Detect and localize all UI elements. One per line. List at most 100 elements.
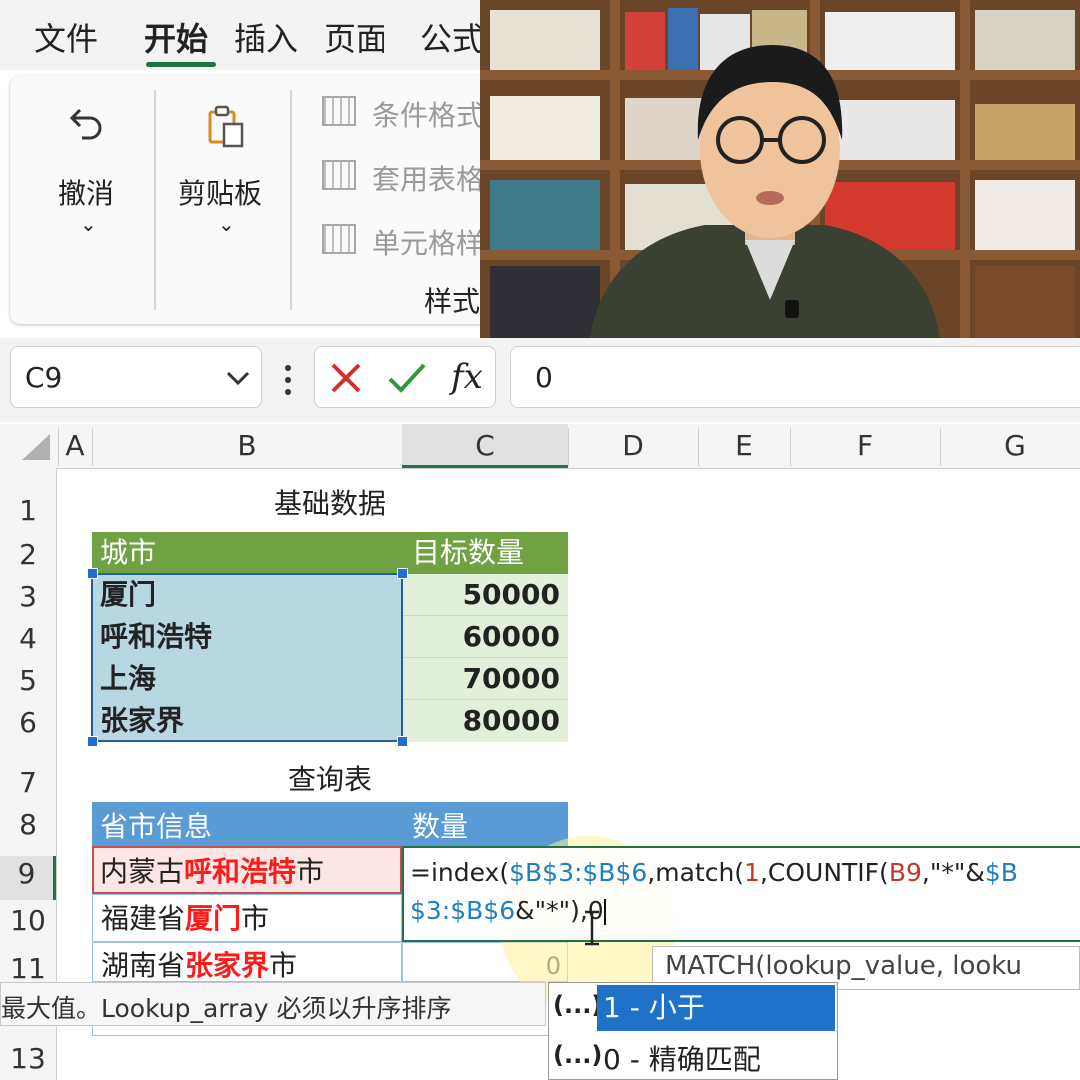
query-info-cell[interactable]: 湖南省张家界市 [92, 942, 402, 982]
row-header-4[interactable]: 4 [0, 622, 56, 655]
row-header-10[interactable]: 10 [0, 904, 56, 937]
ref-b9: B9 [888, 858, 922, 887]
tab-formulas[interactable]: 公式 [420, 14, 480, 60]
select-all-icon[interactable] [18, 432, 52, 462]
formula-bar: C9 fx 0 [0, 338, 1080, 422]
province-text: 福建省 [101, 902, 186, 935]
row-header-2[interactable]: 2 [0, 538, 56, 571]
presenter-video-frame [480, 0, 1080, 338]
base-header-qty[interactable]: 目标数量 [402, 532, 568, 574]
tab-file[interactable]: 文件 [34, 14, 98, 60]
fn-index: =index( [410, 858, 510, 887]
cell-styles-icon [322, 224, 356, 254]
city-highlight-text: 呼和浩特 [184, 855, 297, 888]
conditional-format-icon [322, 96, 356, 126]
format-as-table-button[interactable]: 套用表格 [372, 158, 482, 198]
base-qty-cell[interactable]: 80000 [402, 700, 568, 742]
row-header-8[interactable]: 8 [0, 808, 56, 841]
conditional-format-button[interactable]: 条件格式 [372, 94, 482, 134]
city-suffix-text: 市 [296, 855, 325, 888]
formula-input-value: 0 [535, 361, 553, 394]
format-as-table-icon [322, 160, 356, 190]
column-header-a[interactable]: A [58, 426, 92, 466]
base-qty-cell[interactable]: 60000 [402, 616, 568, 658]
ref-range-1: $B$3:$B$6 [509, 858, 648, 887]
column-divider [698, 428, 699, 466]
column-divider [92, 428, 93, 466]
chevron-down-icon[interactable] [225, 369, 251, 387]
styles-group-label: 样式 [424, 285, 481, 318]
undo-button[interactable]: 撤消 [58, 172, 114, 212]
tab-page-layout[interactable]: 页面布 [324, 14, 384, 60]
column-header-b[interactable]: B [92, 426, 402, 466]
fn-countif: ,COUNTIF( [759, 858, 889, 887]
argument-hint-text: 最大值。Lookup_array 必须以升序排序 [1, 994, 452, 1023]
undo-chevron-icon[interactable]: ⌄ [80, 212, 97, 236]
query-info-cell-b9[interactable]: 内蒙古呼和浩特市 [92, 846, 402, 894]
presenter-video [480, 0, 1080, 338]
query-header-info[interactable]: 省市信息 [92, 802, 402, 846]
tab-insert[interactable]: 插入 [234, 14, 298, 60]
clipboard-icon[interactable] [206, 104, 246, 148]
fn-match: ,match( [647, 858, 745, 887]
range-handle[interactable] [397, 736, 408, 747]
enter-check-icon[interactable] [387, 361, 427, 395]
text-caret [603, 899, 606, 925]
base-qty-cell[interactable]: 70000 [402, 658, 568, 700]
formula-edit-text[interactable]: =index($B$3:$B$6,match(1,COUNTIF(B9,"*"&… [410, 854, 1070, 930]
range-handle[interactable] [397, 568, 408, 579]
range-handle[interactable] [87, 736, 98, 747]
city-highlight-text: 张家界 [185, 949, 270, 982]
range-handle[interactable] [87, 568, 98, 579]
row-header-13[interactable]: 13 [0, 1042, 56, 1075]
clipboard-button[interactable]: 剪贴板 [178, 172, 262, 212]
column-divider [568, 428, 569, 466]
formula-input[interactable]: 0 [510, 346, 1080, 408]
autocomplete-item-exact-match[interactable]: 0 - 精确匹配 [603, 1037, 835, 1079]
cell-styles-button[interactable]: 单元格样 [372, 222, 482, 262]
insert-function-icon[interactable]: fx [451, 357, 483, 397]
argument-hint-tooltip: 最大值。Lookup_array 必须以升序排序 [0, 982, 546, 1026]
row-header-7[interactable]: 7 [0, 766, 56, 799]
autocomplete-item-less-than[interactable]: 1 - 小于 [597, 985, 835, 1031]
autocomplete-dropdown: (...) 1 - 小于 (...) 0 - 精确匹配 [548, 982, 838, 1080]
province-text: 湖南省 [101, 949, 186, 982]
query-info-cell[interactable]: 福建省厦门市 [92, 894, 402, 942]
function-signature-text: MATCH(lookup_value, looku [665, 951, 1023, 981]
formula-actions: fx [314, 346, 496, 408]
ribbon-tab-bar: 文件 开始 插入 页面布 公式 [0, 0, 480, 70]
row-header-3[interactable]: 3 [0, 580, 56, 613]
column-header-d[interactable]: D [568, 426, 698, 466]
base-qty-cell[interactable]: 50000 [402, 574, 568, 616]
more-options-icon[interactable] [282, 360, 294, 400]
name-box-value: C9 [25, 361, 63, 394]
ribbon-separator [154, 90, 156, 310]
base-header-city[interactable]: 城市 [92, 532, 402, 574]
column-header-e[interactable]: E [698, 426, 790, 466]
tab-home[interactable]: 开始 [144, 14, 208, 60]
column-header-c[interactable]: C [402, 426, 568, 466]
column-divider [940, 428, 941, 466]
active-tab-indicator [146, 62, 216, 67]
column-header-g[interactable]: G [940, 426, 1080, 466]
reference-range-border [91, 573, 403, 742]
undo-icon[interactable] [66, 102, 110, 146]
query-title[interactable]: 查询表 [92, 758, 568, 798]
wildcard-concat: ,"*"& [921, 858, 985, 887]
name-box[interactable]: C9 [10, 346, 262, 408]
base-data-title[interactable]: 基础数据 [92, 482, 568, 522]
ref-range-2-end: $B$6 [450, 896, 516, 925]
text-cursor-icon [585, 910, 599, 946]
row-header-6[interactable]: 6 [0, 706, 56, 739]
arg-one: 1 [744, 858, 760, 887]
query-header-qty[interactable]: 数量 [402, 802, 568, 846]
city-highlight-text: 厦门 [185, 902, 242, 935]
row-header-5[interactable]: 5 [0, 664, 56, 697]
clipboard-chevron-icon[interactable]: ⌄ [218, 212, 235, 236]
city-suffix-text: 市 [241, 902, 270, 935]
row-header-1[interactable]: 1 [0, 494, 56, 527]
column-header-f[interactable]: F [790, 426, 940, 466]
cancel-icon[interactable] [329, 361, 363, 395]
row-header-9[interactable]: 9 [0, 856, 56, 900]
row-header-11[interactable]: 11 [0, 952, 56, 985]
